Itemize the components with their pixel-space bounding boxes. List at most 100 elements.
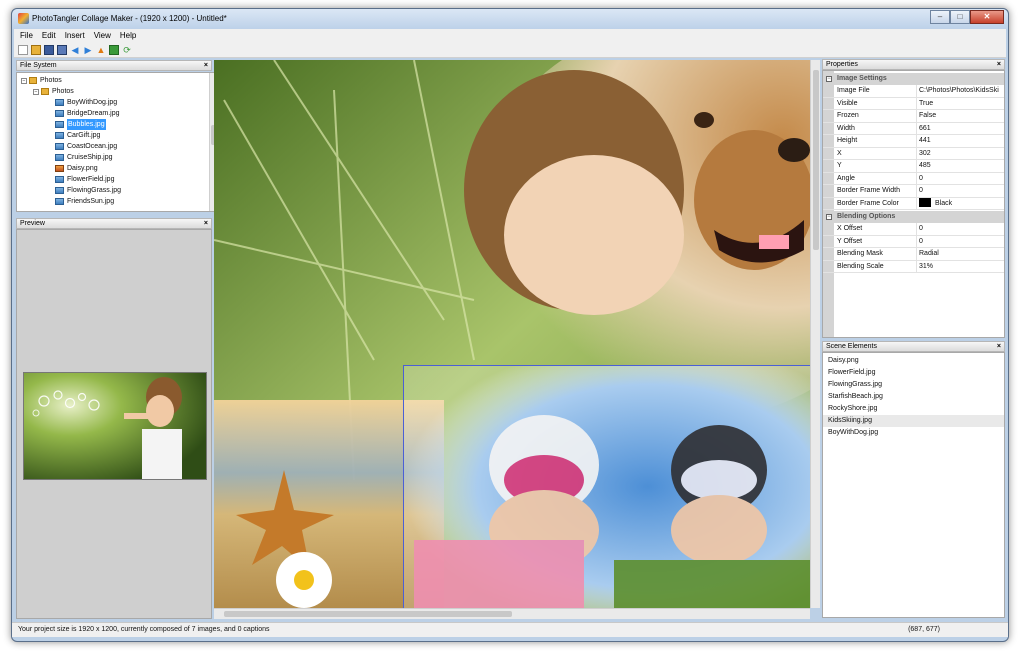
forward-icon[interactable]: ▶	[83, 45, 93, 55]
property-value[interactable]: 0	[916, 172, 1004, 185]
tree-file[interactable]: CruiseShip.jpg	[55, 152, 113, 163]
property-value[interactable]: 441	[916, 135, 1004, 147]
tree-file-label: Daisy.png	[67, 165, 98, 172]
collapse-icon[interactable]: −	[21, 77, 27, 84]
window-title: PhotoTangler Collage Maker - (1920 x 120…	[32, 14, 227, 23]
scrollbar-thumb[interactable]	[813, 70, 819, 250]
folder-icon	[41, 88, 49, 95]
category-image-settings[interactable]: − Image Settings	[823, 73, 1004, 85]
close-button[interactable]: ✕	[970, 10, 1004, 24]
properties-title: Properties	[826, 61, 858, 68]
property-value[interactable]: 485	[916, 160, 1004, 172]
property-value[interactable]: 31%	[916, 260, 1004, 273]
minimize-button[interactable]: –	[930, 10, 950, 24]
category-blending-options[interactable]: − Blending Options	[823, 211, 1004, 223]
menu-help[interactable]: Help	[120, 31, 136, 40]
property-value[interactable]: 661	[916, 122, 1004, 135]
property-value[interactable]: 302	[916, 147, 1004, 160]
preview-pane	[16, 229, 212, 619]
property-name: Border Frame Color	[837, 199, 899, 207]
property-row[interactable]: Border Frame Width 0	[823, 185, 1004, 198]
properties-header: Properties ×	[822, 59, 1005, 70]
property-row[interactable]: Visible True	[823, 97, 1004, 110]
menu-edit[interactable]: Edit	[42, 31, 56, 40]
list-item[interactable]: FlowingGrass.jpg	[823, 379, 1004, 391]
property-row[interactable]: Height 441	[823, 135, 1004, 148]
list-item[interactable]: Daisy.png	[823, 355, 1004, 367]
property-name: Blending Scale	[837, 262, 884, 270]
canvas-vertical-scrollbar[interactable]	[810, 60, 820, 608]
up-icon[interactable]: ▲	[96, 45, 106, 55]
tree-file[interactable]: BoyWithDog.jpg	[55, 97, 117, 108]
close-icon[interactable]: ×	[997, 60, 1001, 69]
tree-file[interactable]: BridgeDream.jpg	[55, 108, 120, 119]
property-row[interactable]: Blending Mask Radial	[823, 248, 1004, 261]
close-icon[interactable]: ×	[204, 61, 208, 70]
tree-file[interactable]: FriendsSun.jpg	[55, 196, 114, 207]
open-icon[interactable]	[31, 44, 41, 55]
tree-file[interactable]: FlowingGrass.jpg	[55, 185, 121, 196]
close-icon[interactable]: ×	[204, 219, 208, 228]
list-item[interactable]: StarfishBeach.jpg	[823, 391, 1004, 403]
preview-header: Preview ×	[16, 218, 212, 229]
property-name: Y Offset	[837, 237, 863, 245]
collapse-icon[interactable]: −	[33, 88, 39, 95]
tree-file[interactable]: Daisy.png	[55, 163, 98, 174]
new-icon[interactable]	[18, 44, 28, 55]
property-value[interactable]: 0	[916, 185, 1004, 197]
tree-file-label: CarGift.jpg	[67, 132, 101, 139]
maximize-button[interactable]: □	[950, 10, 970, 24]
refresh-icon[interactable]: ⟳	[122, 45, 132, 55]
collage-canvas[interactable]	[214, 60, 810, 608]
collapse-icon[interactable]: −	[826, 214, 832, 220]
save-as-icon[interactable]	[57, 44, 67, 55]
menu-insert[interactable]: Insert	[65, 31, 85, 40]
property-value[interactable]: 0	[916, 223, 1004, 235]
folder-icon[interactable]	[109, 44, 119, 55]
list-item[interactable]: RockyShore.jpg	[823, 403, 1004, 415]
file-system-tree[interactable]: − Photos − Photos BoyWithDog.jpg BridgeD…	[16, 72, 218, 212]
title-bar[interactable]: PhotoTangler Collage Maker - (1920 x 120…	[12, 9, 1008, 29]
tree-file[interactable]: CarGift.jpg	[55, 130, 100, 141]
property-row[interactable]: Width 661	[823, 122, 1004, 135]
property-row[interactable]: Y Offset 0	[823, 235, 1004, 248]
menu-file[interactable]: File	[20, 31, 33, 40]
tree-file-label: CruiseShip.jpg	[67, 154, 113, 161]
list-item[interactable]: BoyWithDog.jpg	[823, 427, 1004, 439]
cursor-coordinates: (687, 677)	[908, 626, 940, 633]
property-row[interactable]: X Offset 0	[823, 223, 1004, 236]
canvas-horizontal-scrollbar[interactable]	[214, 608, 810, 619]
scrollbar-thumb[interactable]	[224, 611, 512, 617]
property-row[interactable]: Blending Scale 31%	[823, 260, 1004, 273]
property-name: X	[837, 149, 842, 157]
property-row[interactable]: Image File C:\Photos\Photos\KidsSki	[823, 85, 1004, 98]
property-row[interactable]: Border Frame Color Black	[823, 197, 1004, 210]
property-value-color[interactable]: Black	[916, 197, 1004, 210]
property-row[interactable]: Frozen False	[823, 110, 1004, 123]
tree-folder[interactable]: − Photos	[33, 86, 74, 97]
property-name: Width	[837, 124, 855, 132]
list-item[interactable]: FlowerField.jpg	[823, 367, 1004, 379]
app-logo-icon	[18, 13, 29, 24]
close-icon[interactable]: ×	[997, 342, 1001, 351]
tree-file[interactable]: CoastOcean.jpg	[55, 141, 117, 152]
property-row[interactable]: Angle 0	[823, 172, 1004, 185]
tree-file[interactable]: FlowerField.jpg	[55, 174, 114, 185]
tree-root[interactable]: − Photos	[21, 75, 62, 86]
property-value[interactable]: False	[916, 110, 1004, 122]
list-item-selected[interactable]: KidsSkiing.jpg	[823, 415, 1004, 427]
selection-frame[interactable]	[403, 365, 810, 608]
property-value[interactable]: True	[916, 97, 1004, 110]
collapse-icon[interactable]: −	[826, 76, 832, 82]
property-value[interactable]: 0	[916, 235, 1004, 248]
save-icon[interactable]	[44, 44, 54, 55]
color-swatch[interactable]	[919, 198, 931, 208]
property-row[interactable]: X 302	[823, 147, 1004, 160]
property-value[interactable]: C:\Photos\Photos\KidsSki	[916, 85, 1004, 97]
menu-view[interactable]: View	[94, 31, 111, 40]
property-row[interactable]: Y 485	[823, 160, 1004, 173]
property-value[interactable]: Radial	[916, 248, 1004, 260]
back-icon[interactable]: ◀	[70, 45, 80, 55]
tree-file-selected[interactable]: Bubbles.jpg	[55, 119, 106, 130]
scene-elements-list: Daisy.png FlowerField.jpg FlowingGrass.j…	[822, 352, 1005, 618]
